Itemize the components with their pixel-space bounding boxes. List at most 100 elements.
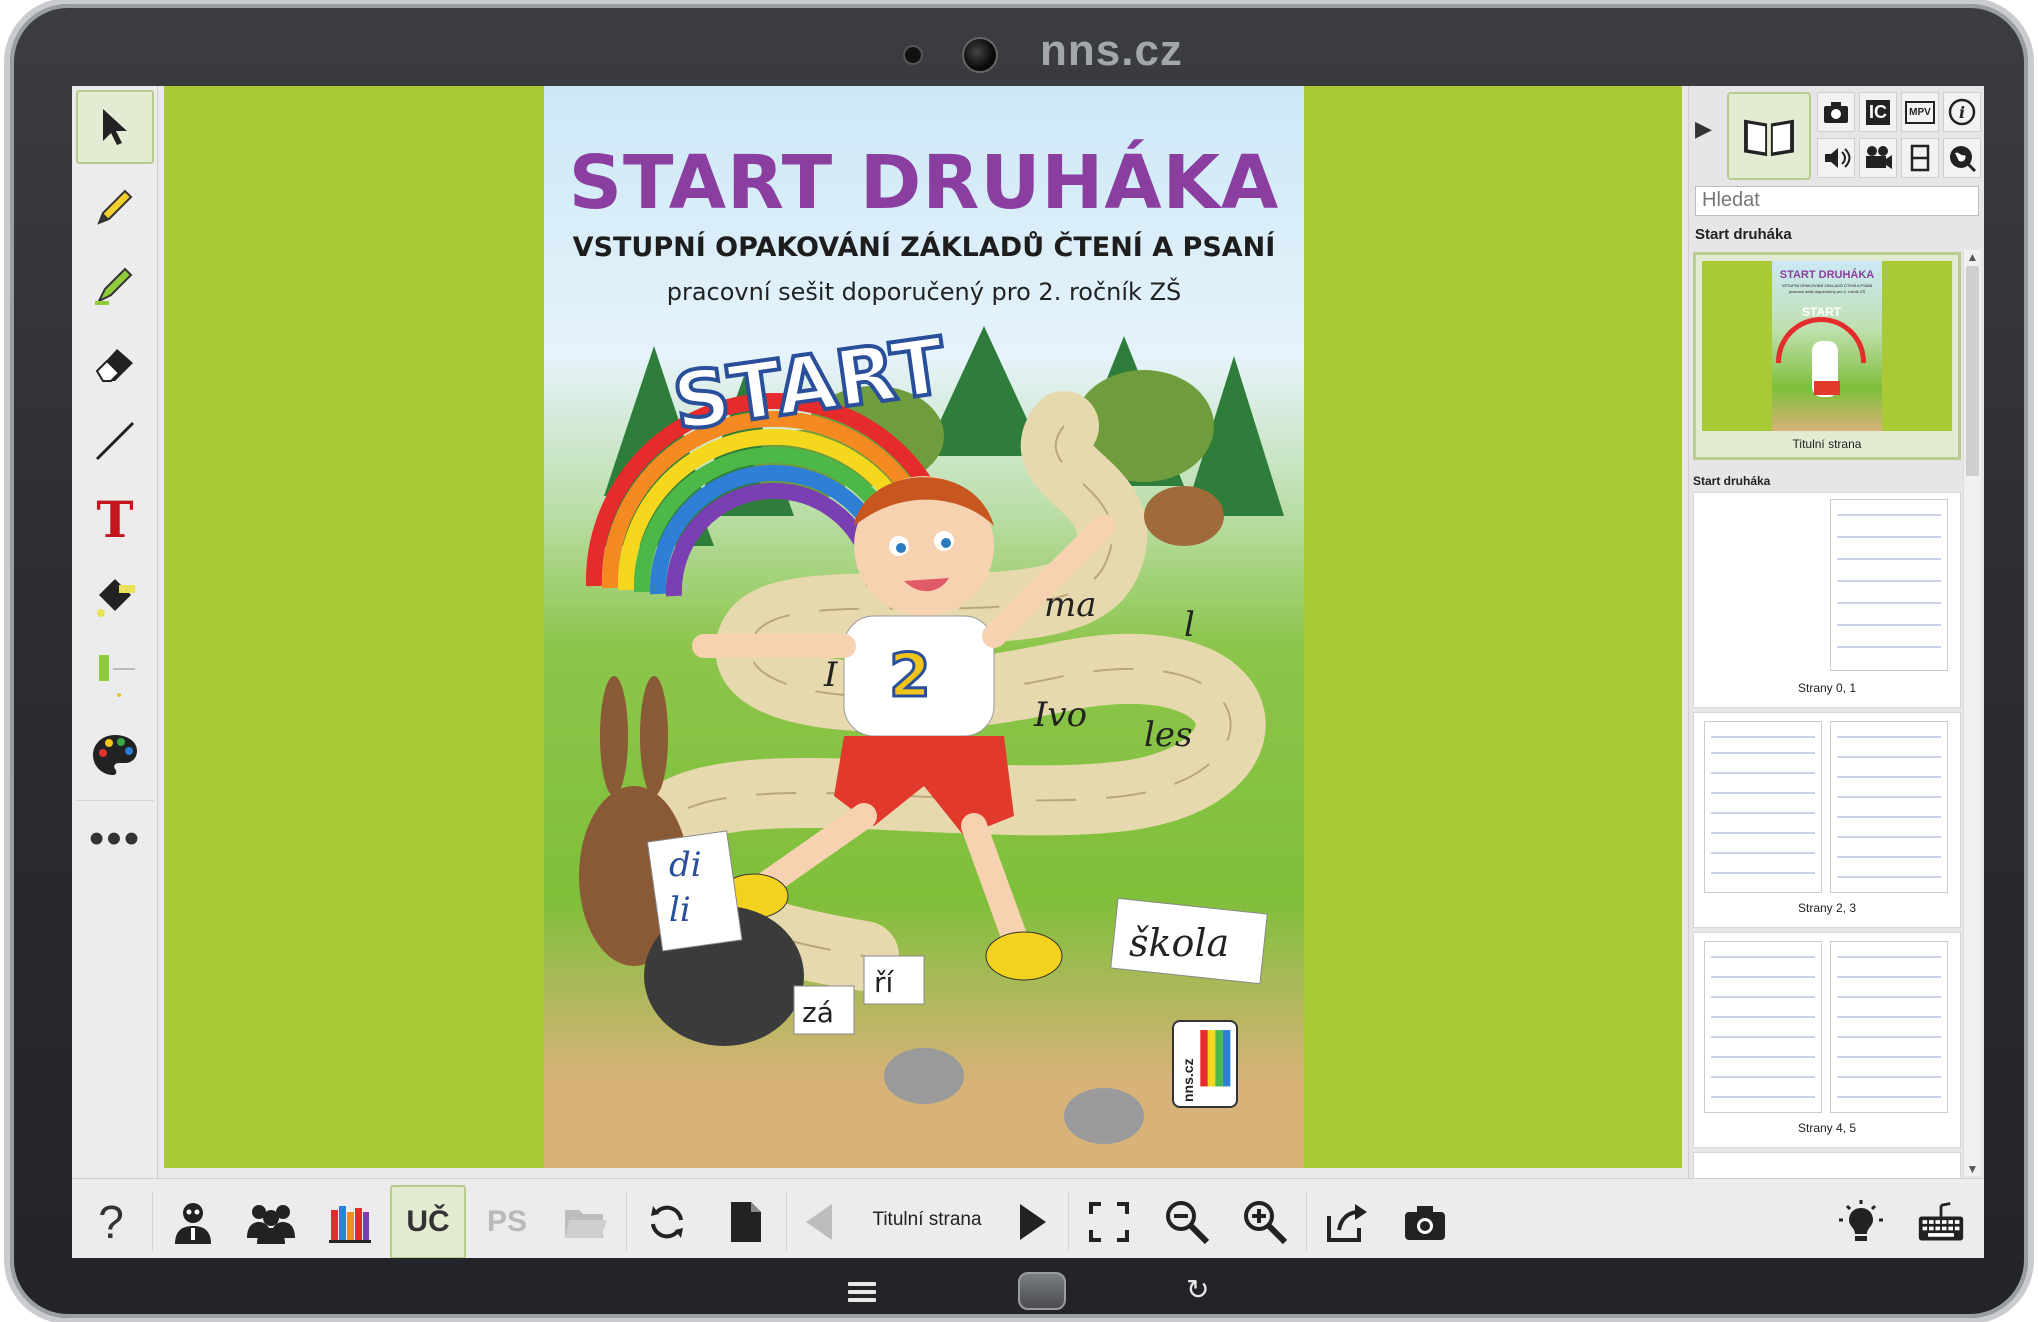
card-l: l [1184,605,1195,645]
students-button[interactable] [234,1185,308,1258]
thumb-cover-subtitle-2: pracovní sešit doporučený pro 2. ročník … [1788,289,1866,294]
paint-bucket-icon [97,579,135,617]
page-icon [731,1202,761,1242]
uc-label: UČ [406,1205,450,1238]
line-tool[interactable] [76,404,154,478]
publisher-logo: nns.cz [1172,1020,1238,1108]
device-back-icon[interactable]: ↻ [1186,1276,1214,1304]
ic-icon: IC [1866,99,1890,125]
light-bulb-icon [1839,1200,1883,1241]
keyboard-button[interactable] [1904,1185,1978,1258]
collapse-panel-icon[interactable]: ▶ [1695,116,1715,146]
thumb-cover[interactable]: START DRUHÁKA VSTUPNÍ OPAKOVÁNÍ ZÁKLADŮ … [1693,252,1961,460]
more-dots-icon: ••• [88,814,142,863]
mpv-media-button[interactable]: MPV [1901,92,1939,132]
highlighter-tool[interactable] [76,248,154,322]
refresh-button[interactable] [630,1185,704,1258]
bottom-toolbar: ? UČ PS Titulní strana [72,1178,1984,1258]
help-icon: ? [98,1196,124,1248]
audio-media-button[interactable] [1817,138,1855,178]
line-icon [95,421,135,461]
open-folder-button[interactable] [548,1185,622,1258]
card-i: I [823,655,838,695]
more-tools[interactable]: ••• [76,802,154,876]
thumb-next-partial[interactable] [1693,1152,1961,1178]
color-palette-tool[interactable] [76,718,154,792]
zoom-in-button[interactable] [1228,1185,1302,1258]
card-les: les [1144,715,1192,755]
zoom-out-button[interactable] [1150,1185,1224,1258]
library-button[interactable] [312,1185,386,1258]
stroke-width-tool[interactable] [76,638,154,712]
book-view-button[interactable] [1727,92,1811,180]
fullscreen-button[interactable] [1072,1185,1146,1258]
thumb-caption: Strany 2, 3 [1797,901,1857,915]
share-button[interactable] [1310,1185,1384,1258]
pencil-icon [97,189,133,225]
teacher-button[interactable] [156,1185,230,1258]
help-button[interactable]: ? [76,1185,146,1258]
thumb-cover-image: START DRUHÁKA VSTUPNÍ OPAKOVÁNÍ ZÁKLADŮ … [1702,261,1952,431]
share-icon [1327,1204,1367,1242]
film-media-button[interactable] [1901,138,1939,178]
thumb-pages-0-1[interactable]: Strany 0, 1 [1693,492,1961,708]
card-skola: škola [1129,921,1229,965]
fill-tool[interactable] [76,560,154,634]
video-media-button[interactable] [1859,138,1897,178]
teacher-icon [175,1203,211,1244]
next-page-button[interactable] [1002,1185,1062,1258]
width-slider-icon [99,655,135,697]
pencil-tool[interactable] [76,170,154,244]
arrow-right-icon [1020,1204,1046,1240]
thumbnail-scrollbar[interactable]: ▲ ▼ [1963,250,1981,1176]
open-book-icon [1744,119,1794,157]
prev-page-button[interactable] [790,1185,850,1258]
scroll-thumb[interactable] [1966,266,1979,476]
device-menu-button[interactable] [848,1282,876,1302]
scroll-up-icon[interactable]: ▲ [1966,250,1979,264]
thumb-pages-4-5[interactable]: Strany 4, 5 [1693,932,1961,1148]
card-di: di [669,845,702,885]
camera-media-button[interactable] [1817,92,1855,132]
palette-icon [93,735,137,775]
thumb-pages-2-3[interactable]: Strany 2, 3 [1693,712,1961,928]
uc-mode-button[interactable]: UČ [390,1185,466,1258]
page-canvas[interactable]: START DRUHÁKA VSTUPNÍ OPAKOVÁNÍ ZÁKLADŮ … [164,86,1682,1168]
cover-title: START DRUHÁKA [568,140,1280,226]
zoom-out-icon [1166,1201,1210,1245]
spotlight-button[interactable] [1824,1185,1898,1258]
app-screen: T ••• START DRUHÁKA VSTUPNÍ OPAKOVÁNÍ ZÁ… [72,86,1984,1258]
ps-mode-button[interactable]: PS [470,1185,544,1258]
eraser-tool[interactable] [76,326,154,400]
folder-icon [565,1210,607,1238]
card-ri: ří [874,966,895,999]
screenshot-button[interactable] [1388,1185,1462,1258]
publisher-logo-text: nns.cz [1180,1058,1196,1102]
text-tool[interactable]: T [76,482,154,556]
keyboard-icon [1918,1202,1964,1241]
left-toolbar: T ••• [72,86,158,1178]
card-ivo: Ivo [1033,695,1087,735]
book-title: Start druháka [1695,226,1792,243]
info-media-button[interactable]: i [1943,92,1981,132]
page-button[interactable] [708,1185,782,1258]
device-home-button[interactable] [1018,1272,1066,1310]
select-tool[interactable] [76,90,154,164]
section-title: Start druháka [1693,474,1771,488]
eraser-icon [95,349,133,382]
thumb-caption: Strany 4, 5 [1797,1121,1857,1135]
current-page-label: Titulní strana [872,1209,982,1230]
mpv-icon: MPV [1905,100,1935,124]
books-icon [329,1206,371,1243]
search-input[interactable]: Hledat [1695,186,1979,216]
highlighter-icon [95,267,133,305]
fullscreen-icon [1089,1202,1129,1242]
sensor-dot [903,45,923,65]
thumb-cover-subtitle: VSTUPNÍ OPAKOVÁNÍ ZÁKLADŮ ČTENÍ A PSANÍ [1781,283,1873,288]
video-camera-icon [1866,146,1892,169]
arrow-left-icon [806,1204,832,1240]
globe-media-button[interactable] [1943,138,1981,178]
cursor-arrow-icon [103,109,127,145]
scroll-down-icon[interactable]: ▼ [1966,1162,1979,1176]
ic-media-button[interactable]: IC [1859,92,1897,132]
